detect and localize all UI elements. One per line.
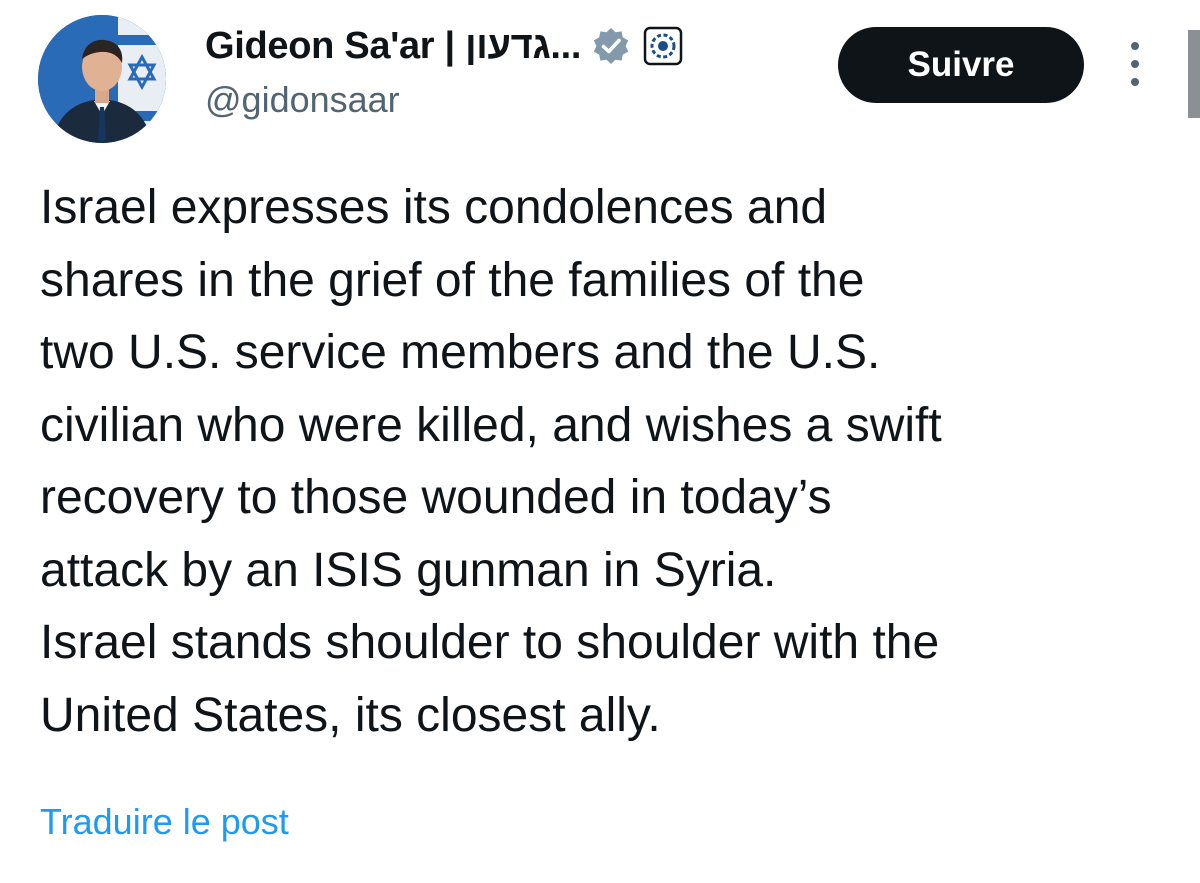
- post-text-line: two U.S. service members and the U.S.: [40, 326, 881, 379]
- post-text-line: Israel expresses its condolences and: [40, 181, 828, 234]
- post-text-line: United States, its closest ally.: [40, 688, 661, 742]
- scrollbar[interactable]: [1188, 30, 1200, 118]
- post-text-line: Israel stands shoulder to shoulder with …: [40, 616, 940, 669]
- post-text-line: civilian who were killed, and wishes a s…: [40, 398, 942, 452]
- post-text-line: recovery to those wounded in today’s: [40, 471, 832, 524]
- translate-post-link[interactable]: Traduire le post: [40, 800, 289, 844]
- post-text-line: shares in the grief of the families of t…: [40, 253, 865, 307]
- author-avatar[interactable]: [38, 15, 166, 143]
- more-dot: [1131, 60, 1139, 68]
- author-info: Gideon Sa'ar | גדעון... @gidonsaar: [205, 20, 825, 122]
- post-text: Israel expresses its condolences and sha…: [40, 172, 1180, 752]
- verified-badge-icon[interactable]: [591, 26, 631, 66]
- author-display-name[interactable]: Gideon Sa'ar | גדעון...: [205, 25, 581, 68]
- more-dot: [1131, 42, 1139, 50]
- author-handle[interactable]: @gidonsaar: [205, 78, 825, 122]
- government-emblem-icon[interactable]: [643, 26, 683, 66]
- follow-button[interactable]: Suivre: [838, 27, 1084, 103]
- avatar-image: [38, 15, 166, 143]
- more-vertical-icon[interactable]: [1122, 42, 1148, 86]
- post-card: Gideon Sa'ar | גדעון... @gidonsaar Suivr…: [0, 0, 1200, 883]
- author-name-row: Gideon Sa'ar | גדעון...: [205, 20, 825, 72]
- post-text-line: attack by an ISIS gunman in Syria.: [40, 543, 777, 597]
- more-dot: [1131, 78, 1139, 86]
